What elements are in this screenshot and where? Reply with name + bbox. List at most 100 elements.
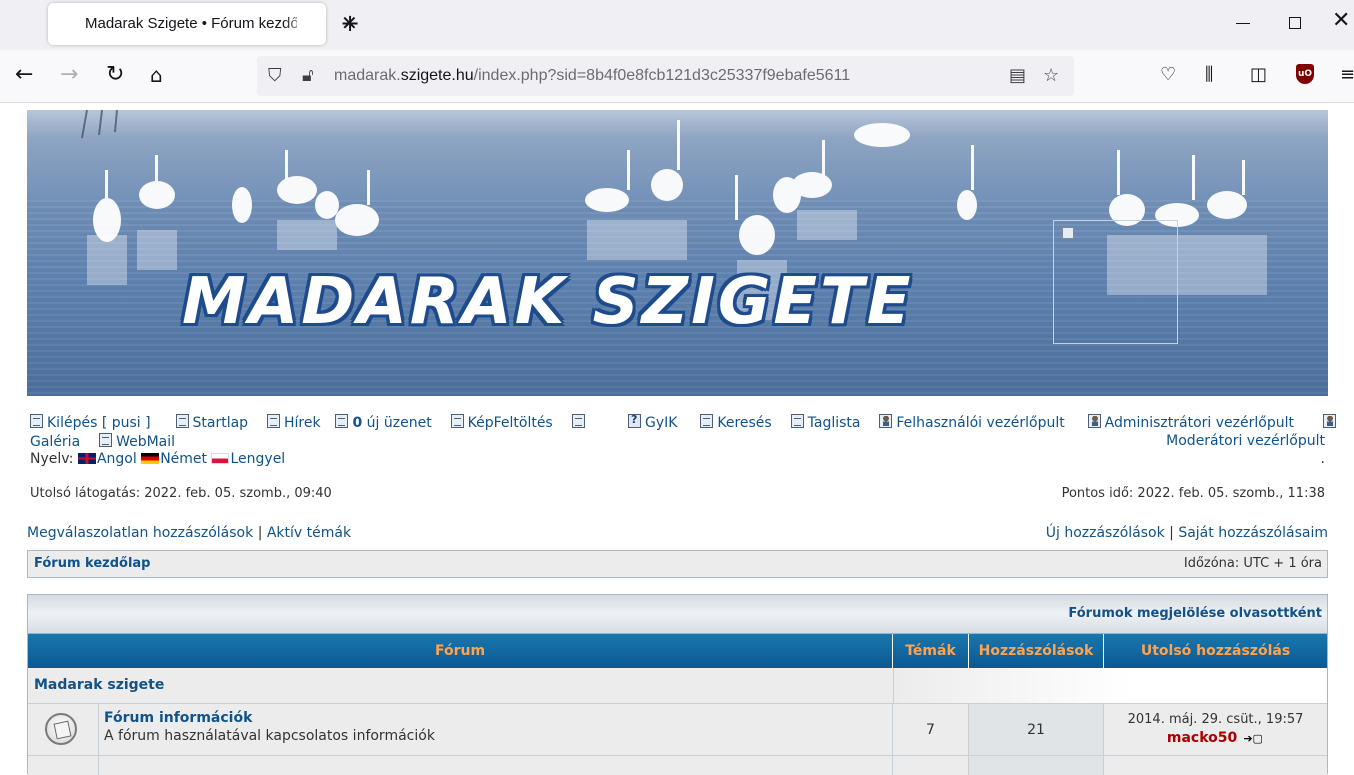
faq-icon (628, 413, 641, 428)
lock-slash-icon[interactable]: 🔓︎ (302, 65, 314, 86)
header-forum: Fórum (434, 643, 486, 659)
webmail-link[interactable]: WebMail (99, 433, 175, 450)
quick-links-right: Új hozzászólások | Saját hozzászólásaim (1046, 525, 1328, 541)
forward-icon[interactable]: → (60, 62, 78, 88)
posts-count: 21 (1027, 722, 1045, 738)
browser-navbar: ← → ↻ ⌂ ⛉ 🔓︎ madarak.szigete.hu/index.ph… (0, 50, 1354, 103)
posts-cell: 21 (968, 703, 1103, 755)
tab-title: Madarak Szigete • Fórum kezdőlap (85, 15, 297, 32)
topics-count: 7 (926, 722, 935, 738)
moderator-icon (1322, 414, 1336, 428)
last-post-date: 2014. máj. 29. csüt., 19:57 (1127, 712, 1304, 727)
back-icon[interactable]: ← (15, 62, 33, 88)
window-close-button[interactable]: ✕ (1332, 8, 1350, 33)
last-post-cell (1103, 755, 1327, 775)
user-icon (879, 414, 893, 428)
forum-description: A fórum használatával kapcsolatos inform… (104, 728, 435, 744)
forum-title-link[interactable]: Fórum információk (104, 710, 252, 726)
current-time: Pontos idő: 2022. feb. 05. szomb., 11:38 (1061, 486, 1325, 501)
breadcrumb-home-link[interactable]: Fórum kezdőlap (34, 556, 150, 571)
pocket-icon[interactable]: ♡ (1160, 64, 1176, 85)
topics-cell (892, 755, 968, 775)
posts-cell (968, 755, 1103, 775)
timezone-text: Időzóna: UTC + 1 óra (1183, 556, 1322, 571)
sidebar-icon[interactable]: ◫ (1250, 64, 1267, 85)
tab-title-fade (284, 11, 312, 37)
category-row: Madarak szigete (28, 668, 1327, 703)
banner-title: MADARAK SZIGETE (182, 265, 914, 339)
memberlist-link[interactable]: Taglista (790, 414, 860, 431)
last-post-user-link[interactable]: macko50 (1167, 730, 1237, 746)
category-row-fill (893, 668, 1327, 703)
nav-links-row1-right: GyIK Keresés Taglista Felhasználói vezér… (628, 413, 1340, 431)
new-posts-link[interactable]: Új hozzászólások (1046, 525, 1165, 541)
forum-table: Fórumok megjelölése olvasottként Fórum T… (27, 594, 1328, 775)
forum-icon-cell (28, 755, 98, 775)
webmail-icon (99, 433, 113, 447)
last-post-cell: 2014. máj. 29. csüt., 19:57 macko50 ➔▢ (1103, 703, 1327, 755)
upload-link[interactable]: KépFeltöltés (450, 414, 553, 431)
nav-links-row1: Kilépés [ pusi ] Startlap Hírek 0 új üze… (30, 414, 589, 431)
new-tab-button[interactable]: + (340, 9, 360, 37)
topics-cell: 7 (892, 703, 968, 755)
header-topics: Témák (892, 634, 968, 669)
news-link[interactable]: Hírek (266, 414, 321, 431)
window-minimize-button[interactable] (1236, 23, 1250, 24)
breadcrumb: Fórum kezdőlap Időzóna: UTC + 1 óra (27, 550, 1328, 578)
private-messages-link[interactable]: 0 új üzenet (335, 414, 432, 431)
language-label: Nyelv: (30, 451, 74, 467)
forum-icon-cell (28, 703, 98, 755)
logout-icon (30, 414, 43, 428)
search-link[interactable]: Keresés (700, 414, 772, 431)
bookmark-star-icon[interactable]: ☆ (1043, 65, 1059, 86)
reload-icon[interactable]: ↻ (106, 62, 124, 88)
lang-de-link[interactable]: Német (141, 451, 207, 467)
dot-text: . (1320, 451, 1325, 467)
menu-icon[interactable]: ≡ (1340, 64, 1354, 85)
forum-info-cell (98, 755, 892, 775)
home-icon[interactable]: ⌂ (150, 62, 163, 88)
window-maximize-button[interactable] (1289, 17, 1301, 29)
active-topics-link[interactable]: Aktív témák (267, 525, 351, 541)
upload-icon (450, 414, 464, 428)
ublock-icon[interactable]: uO (1296, 64, 1314, 84)
last-visit: Utolsó látogatás: 2022. feb. 05. szomb.,… (30, 486, 332, 501)
header-last-post: Utolsó hozzászólás (1103, 634, 1327, 669)
broken-image-icon (1062, 227, 1074, 239)
mark-read-row: Fórumok megjelölése olvasottként (28, 595, 1327, 633)
page-content: MADARAK SZIGETE Kilépés [ pusi ] Startla… (0, 103, 1354, 775)
url-text[interactable]: madarak.szigete.hu/index.php?sid=8b4f0e8… (334, 67, 850, 85)
table-header-row: Fórum Témák Hozzászólások Utolsó hozzász… (28, 633, 1327, 669)
browser-tabbar: Madarak Szigete • Fórum kezdőlap ✕ + ✕ (0, 0, 1354, 50)
gallery-link[interactable]: Galéria (30, 434, 80, 450)
mcp-link[interactable]: Moderátori vezérlőpult (1166, 433, 1325, 449)
browser-tab-active[interactable]: Madarak Szigete • Fórum kezdőlap ✕ (48, 3, 358, 45)
home-link[interactable]: Startlap (175, 414, 248, 431)
goto-last-post-icon[interactable]: ➔▢ (1242, 732, 1264, 745)
lang-pl-link[interactable]: Lengyel (211, 451, 285, 467)
unanswered-posts-link[interactable]: Megválaszolatlan hozzászólások (27, 525, 253, 541)
flag-de-icon (141, 453, 160, 464)
site-banner[interactable]: MADARAK SZIGETE (27, 110, 1328, 396)
separator: | (257, 525, 263, 541)
url-bar[interactable]: ⛉ 🔓︎ madarak.szigete.hu/index.php?sid=8b… (257, 56, 1074, 96)
nav-links-row2: Galéria WebMail (30, 433, 175, 450)
mark-forums-read-link[interactable]: Fórumok megjelölése olvasottként (1068, 606, 1322, 621)
broken-image-placeholder (1053, 220, 1178, 344)
lang-en-link[interactable]: Angol (77, 451, 137, 467)
reader-icon[interactable]: ▤ (1009, 65, 1026, 86)
memberlist-icon (790, 414, 804, 428)
category-link[interactable]: Madarak szigete (34, 677, 164, 693)
header-posts: Hozzászólások (968, 634, 1103, 669)
last-post-user-wrap: macko50 ➔▢ (1104, 730, 1327, 746)
faq-link[interactable]: GyIK (628, 413, 677, 431)
forum-info-cell: Fórum információk A fórum használatával … (98, 703, 892, 755)
forum-read-icon (45, 713, 77, 745)
shield-icon[interactable]: ⛉ (268, 65, 282, 86)
own-posts-link[interactable]: Saját hozzászólásaim (1178, 525, 1328, 541)
search-icon (700, 414, 714, 428)
acp-link[interactable]: Adminisztrátori vezérlőpult (1087, 414, 1294, 431)
ucp-link[interactable]: Felhasználói vezérlőpult (879, 414, 1065, 431)
library-icon[interactable]: ⫼ (1205, 64, 1213, 85)
logout-link[interactable]: Kilépés [ pusi ] (30, 414, 151, 431)
